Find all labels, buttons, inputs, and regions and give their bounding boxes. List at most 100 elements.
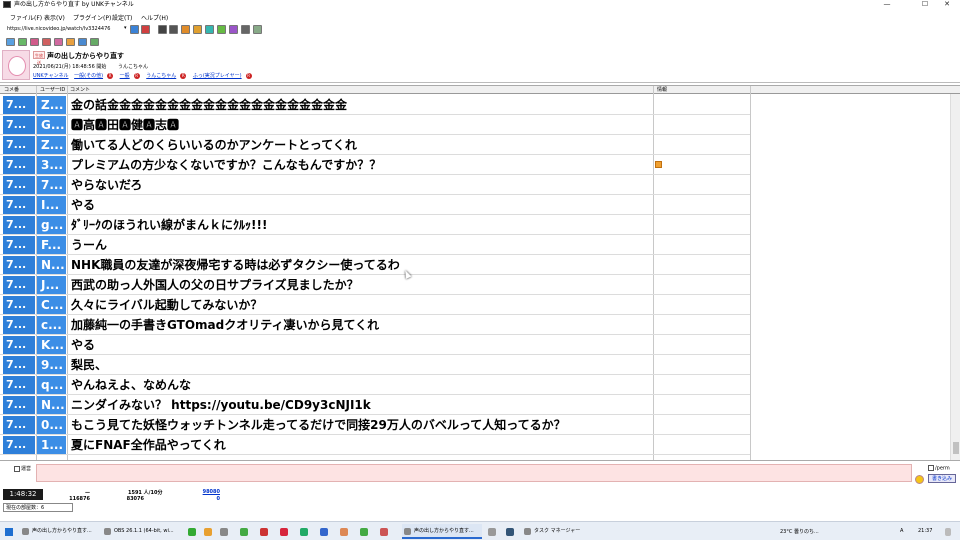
checkbox-box[interactable] bbox=[14, 465, 20, 472]
comment-row[interactable]: 7... F... うーん bbox=[0, 235, 750, 255]
minimize-button[interactable]: — bbox=[874, 0, 900, 9]
pinned-icon-6[interactable] bbox=[280, 528, 288, 536]
weather-widget[interactable]: 23°C 曇りのち... bbox=[780, 528, 840, 535]
comment-row[interactable]: 7... 3... プレミアムの方少なくないですか？こんなもんですか？？ bbox=[0, 155, 750, 175]
player-link[interactable]: ふっ(実況プレイヤー) bbox=[193, 73, 242, 79]
tool-icon-5[interactable] bbox=[205, 25, 214, 34]
category-link[interactable]: 一般(その他) bbox=[74, 73, 103, 79]
tool-icon-1[interactable] bbox=[158, 25, 167, 34]
pinned-icon-2[interactable] bbox=[204, 528, 212, 536]
user-id[interactable]: c... bbox=[37, 316, 66, 334]
comment-row[interactable]: 7... J... 西武の助っ人外国人の父の日サプライズ見ましたか？ bbox=[0, 275, 750, 295]
manual-checkbox[interactable]: 運営 bbox=[14, 465, 31, 472]
pinned-icon-8[interactable] bbox=[320, 528, 328, 536]
pinned-icon-9[interactable] bbox=[340, 528, 348, 536]
user-id[interactable]: I... bbox=[37, 196, 66, 214]
notification-icon[interactable] bbox=[945, 528, 951, 536]
url-input[interactable]: https://live.nicovideo.jp/watch/lv332447… bbox=[4, 24, 124, 34]
comment-row[interactable]: 7... K... やる bbox=[0, 335, 750, 355]
user-id[interactable]: q... bbox=[37, 376, 66, 394]
user-id[interactable]: Z... bbox=[37, 136, 66, 154]
connect-icon[interactable] bbox=[130, 25, 139, 34]
channel-link[interactable]: UNKチャンネル bbox=[33, 73, 69, 79]
comment-row[interactable]: 7... Z... 金の話金金金金金金金金金金金金金金金金金金金金 bbox=[0, 95, 750, 115]
tool-icon-9[interactable] bbox=[253, 25, 262, 34]
tool2-icon-1[interactable] bbox=[6, 38, 15, 46]
tool2-icon-7[interactable] bbox=[78, 38, 87, 46]
comment-row[interactable]: 7... 7... やらないだろ bbox=[0, 175, 750, 195]
pinned-icon-12[interactable] bbox=[488, 528, 496, 536]
menu-file[interactable]: ファイル(F) bbox=[10, 13, 42, 22]
user-id[interactable]: F... bbox=[37, 236, 66, 254]
comment-row[interactable]: 7... I... やる bbox=[0, 195, 750, 215]
tool2-icon-2[interactable] bbox=[18, 38, 27, 46]
tool-icon-2[interactable] bbox=[169, 25, 178, 34]
user-id[interactable]: G... bbox=[37, 116, 66, 134]
comment-row[interactable]: 7... Z... 働いてる人どのくらいいるのかアンケートとってくれ bbox=[0, 135, 750, 155]
col-header-no[interactable]: コメ番 bbox=[4, 86, 19, 94]
user-id[interactable]: 9... bbox=[37, 356, 66, 374]
col-header-info[interactable]: 情報 bbox=[657, 86, 667, 94]
comment-row[interactable]: 7... G... 🅰高🅰田🅰健🅰志🅰 bbox=[0, 115, 750, 135]
pinned-icon-5[interactable] bbox=[260, 528, 268, 536]
tool2-icon-4[interactable] bbox=[42, 38, 51, 46]
comment-input[interactable] bbox=[36, 464, 912, 482]
task-obs[interactable]: OBS 26.1.1 (64-bit, wi... bbox=[102, 524, 180, 539]
task-browser[interactable]: 声の出し方からやり直す... bbox=[20, 524, 98, 539]
tool2-icon-5[interactable] bbox=[54, 38, 63, 46]
user-id[interactable]: N... bbox=[37, 256, 66, 274]
points-value[interactable]: 98080 bbox=[190, 489, 220, 495]
pinned-icon-7[interactable] bbox=[300, 528, 308, 536]
room-count-select[interactable]: 現在の部屋数：6 bbox=[3, 503, 73, 512]
emoji-icon[interactable] bbox=[915, 475, 924, 484]
url-dropdown-icon[interactable]: ▾ bbox=[124, 25, 127, 31]
user-id[interactable]: 0... bbox=[37, 416, 66, 434]
scrollbar-thumb[interactable] bbox=[953, 442, 959, 454]
user-id[interactable]: 7... bbox=[37, 176, 66, 194]
comment-row[interactable]: 7... N... ニンダイみない？ https://youtu.be/CD9y3c… bbox=[0, 395, 750, 415]
user-id[interactable]: 1... bbox=[37, 436, 66, 454]
checkbox-box[interactable] bbox=[928, 465, 934, 471]
comment-row[interactable]: 7... 1... 夏にFNAF全作品やってくれ bbox=[0, 435, 750, 455]
general-link[interactable]: 一般 bbox=[120, 73, 130, 79]
tool-icon-7[interactable] bbox=[229, 25, 238, 34]
pinned-icon-11[interactable] bbox=[380, 528, 388, 536]
tool2-icon-3[interactable] bbox=[30, 38, 39, 46]
user-id[interactable]: K... bbox=[37, 336, 66, 354]
tool2-icon-8[interactable] bbox=[90, 38, 99, 46]
menu-help[interactable]: ヘルプ(H) bbox=[141, 13, 168, 22]
pinned-icon-10[interactable] bbox=[360, 528, 368, 536]
comment-row[interactable]: 7... 0... もこう見てた妖怪ウォッチトンネル走ってるだけで同接29万人のバベ… bbox=[0, 415, 750, 435]
user-id[interactable]: J... bbox=[37, 276, 66, 294]
user-link[interactable]: うんこちゃん bbox=[146, 73, 176, 79]
pinned-icon-13[interactable] bbox=[506, 528, 514, 536]
close-button[interactable]: ✕ bbox=[934, 0, 960, 9]
comment-row[interactable]: 7... 9... 梨民、 bbox=[0, 355, 750, 375]
perm-checkbox[interactable]: /perm bbox=[928, 465, 950, 472]
comment-row[interactable]: 7... C... 久々にライバル起動してみないか？ bbox=[0, 295, 750, 315]
submit-button[interactable]: 書き込み bbox=[928, 474, 956, 483]
task-task-manager[interactable]: タスク マネージャー bbox=[522, 524, 584, 539]
menu-settings[interactable]: 設定(T) bbox=[112, 13, 132, 22]
comment-row[interactable]: 7... q... やんねえよ、なめんな bbox=[0, 375, 750, 395]
task-comment-viewer[interactable]: 声の出し方からやり直す... bbox=[402, 524, 482, 539]
comment-row[interactable]: 7... g... ﾀﾞﾘｰｸのほうれい線がまんｋにｸﾙｯ!!! bbox=[0, 215, 750, 235]
user-id[interactable]: g... bbox=[37, 216, 66, 234]
tool-icon-4[interactable] bbox=[193, 25, 202, 34]
user-id[interactable]: Z... bbox=[37, 96, 66, 114]
user-id[interactable]: N... bbox=[37, 396, 66, 414]
col-header-user[interactable]: ユーザーID bbox=[40, 86, 65, 94]
tool2-icon-6[interactable] bbox=[66, 38, 75, 46]
tool-icon-8[interactable] bbox=[241, 25, 250, 34]
user-id[interactable]: C... bbox=[37, 296, 66, 314]
tool-icon-6[interactable] bbox=[217, 25, 226, 34]
pinned-icon-4[interactable] bbox=[240, 528, 248, 536]
comment-row[interactable]: 7... N... NHK職員の友達が深夜帰宅する時は必ずタクシー使ってるわ bbox=[0, 255, 750, 275]
disconnect-icon[interactable] bbox=[141, 25, 150, 34]
ime-indicator[interactable]: A bbox=[900, 528, 903, 534]
pinned-icon-3[interactable] bbox=[220, 528, 228, 536]
menu-plugin[interactable]: プラグイン(P) bbox=[73, 13, 111, 22]
col-header-comment[interactable]: コメント bbox=[70, 86, 90, 94]
tool-icon-3[interactable] bbox=[181, 25, 190, 34]
vertical-scrollbar[interactable] bbox=[950, 94, 960, 460]
